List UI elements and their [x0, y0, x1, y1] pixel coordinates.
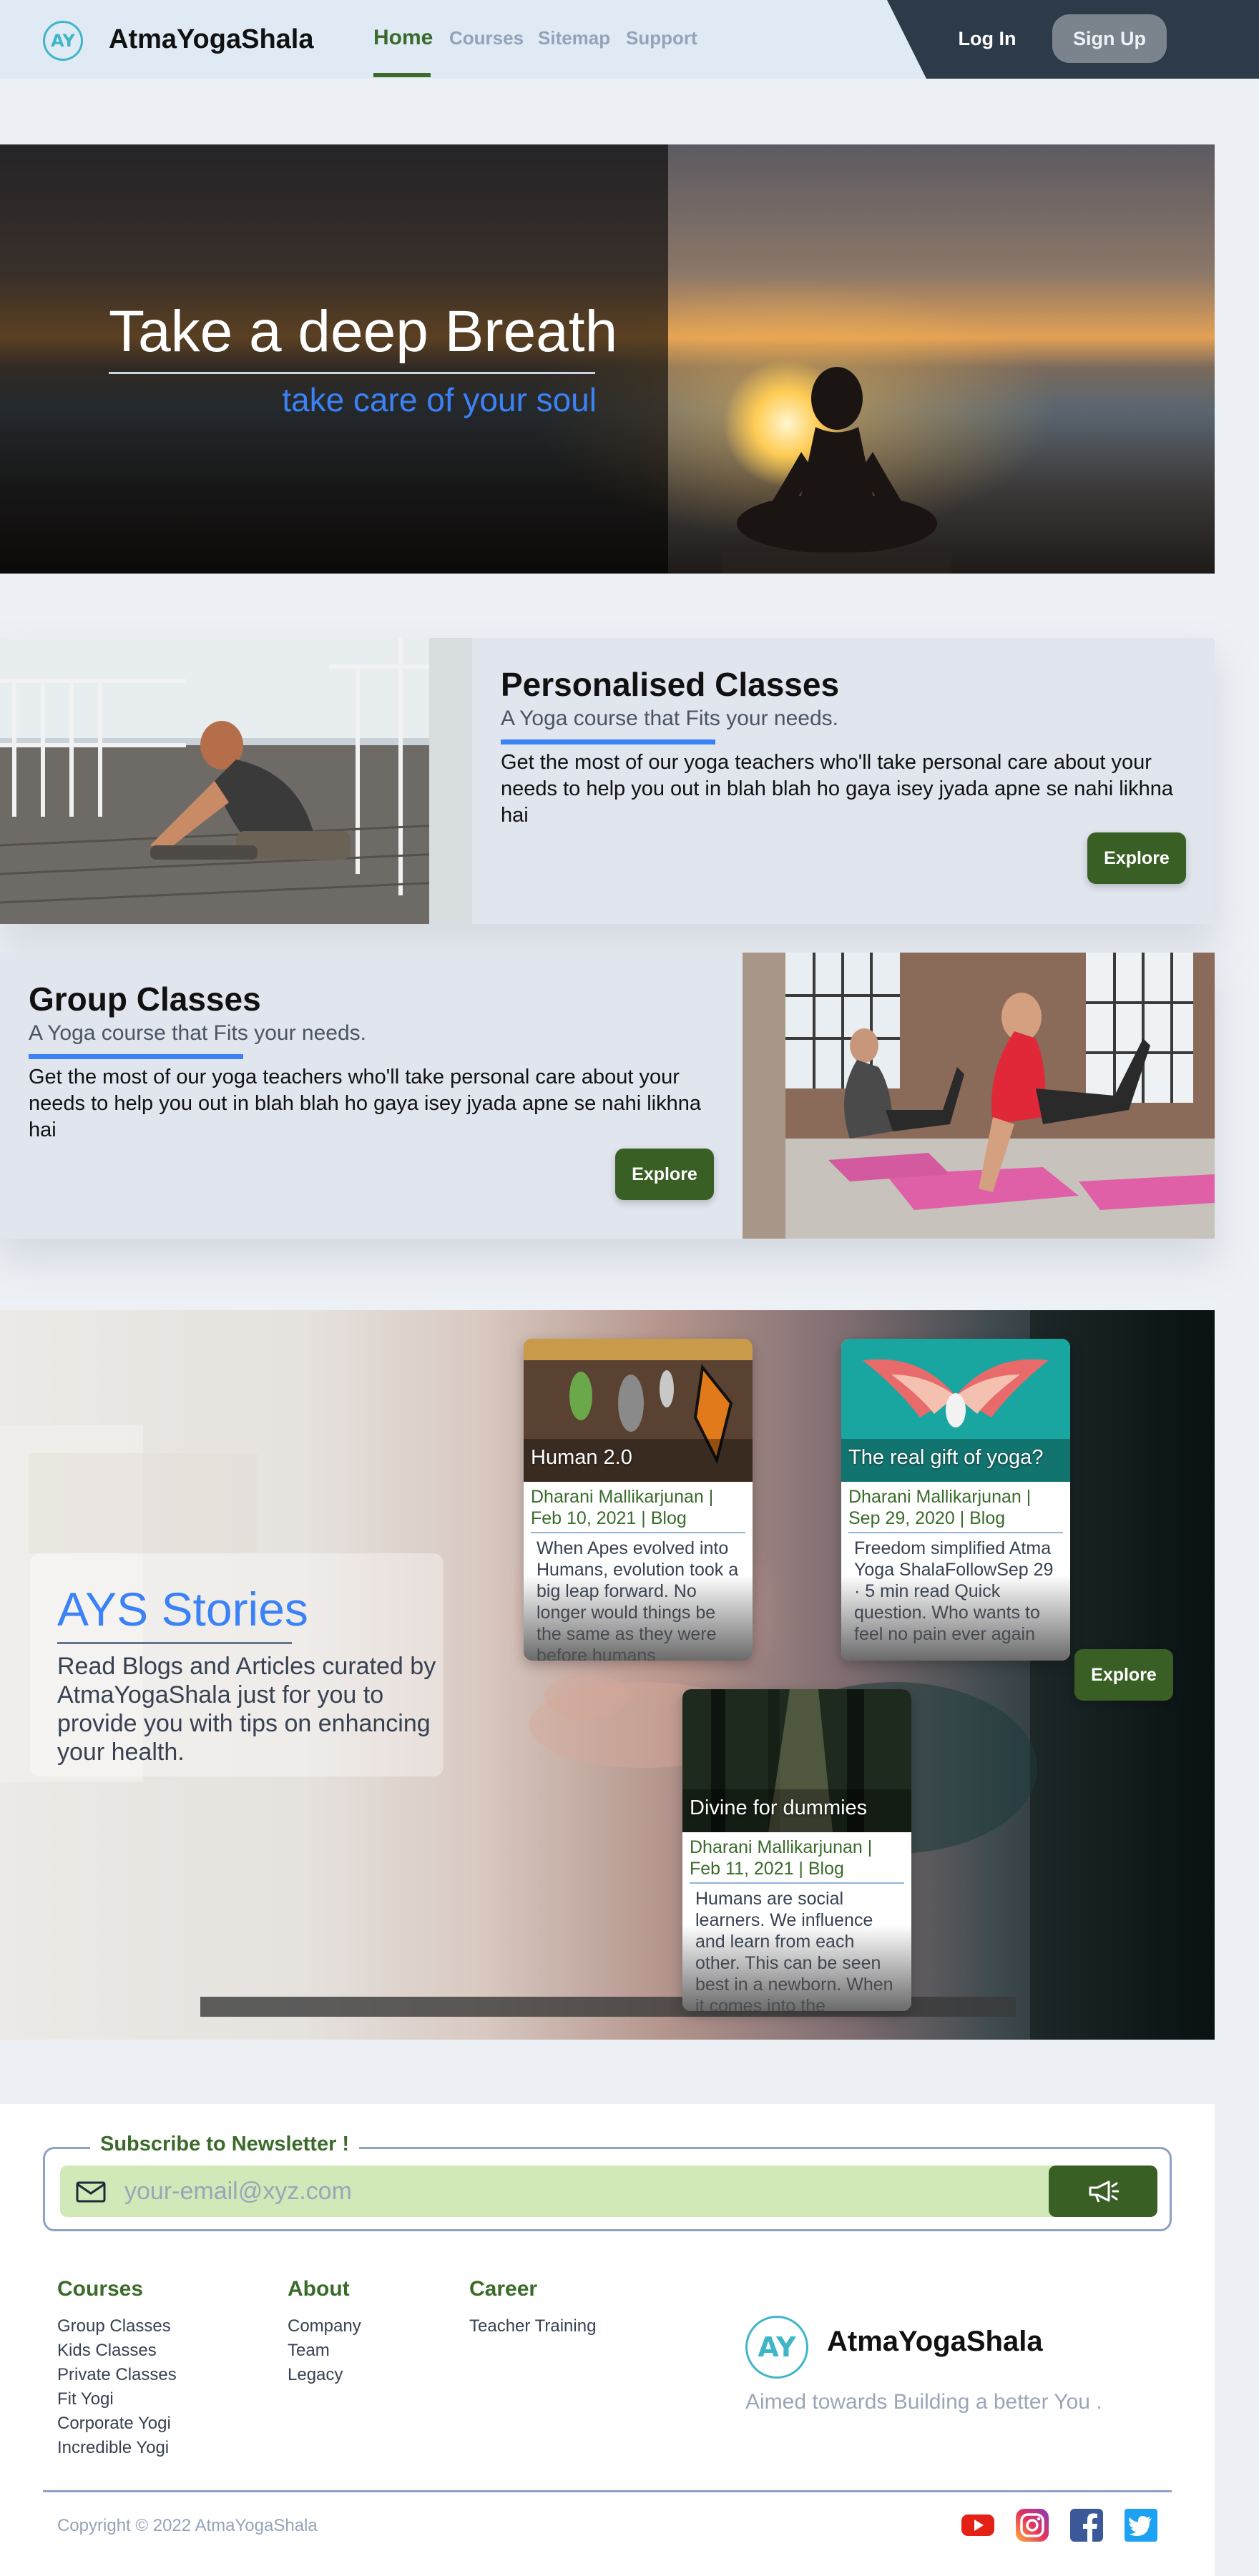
stories-divider — [57, 1642, 292, 1644]
group-class-image — [743, 953, 1215, 1239]
class-title: Group Classes — [29, 980, 261, 1018]
class-title: Personalised Classes — [501, 666, 840, 703]
footer-link[interactable]: Legacy — [288, 2363, 361, 2387]
email-bar — [60, 2165, 1157, 2217]
group-classes-card: Group Classes A Yoga course that Fits yo… — [0, 953, 1215, 1239]
blog-title[interactable]: Human 2.0 — [531, 1446, 632, 1470]
brand-name[interactable]: AtmaYogaShala — [109, 24, 313, 55]
blog-meta-divider — [848, 1532, 1063, 1533]
hero-title: Take a deep Breath — [109, 299, 618, 364]
footer-link[interactable]: Team — [288, 2339, 361, 2363]
stories-explore-button[interactable]: Explore — [1074, 1649, 1173, 1701]
nav-home[interactable]: Home — [373, 26, 433, 50]
stories-description: Read Blogs and Articles curated by AtmaY… — [57, 1653, 436, 1766]
footer: Subscribe to Newsletter ! Courses Group … — [0, 2104, 1215, 2576]
footer-about-heading: About — [288, 2277, 350, 2301]
facebook-icon[interactable] — [1069, 2507, 1104, 2543]
footer-logo-icon: AY — [745, 2316, 808, 2379]
footer-courses-list: Group Classes Kids Classes Private Class… — [57, 2314, 177, 2460]
class-description: Get the most of our yoga teachers who'll… — [29, 1066, 701, 1141]
blog-title[interactable]: The real gift of yoga? — [848, 1446, 1043, 1470]
blog-card-divine[interactable]: Divine for dummies Dharani Mallikarjunan… — [682, 1689, 911, 2011]
personalised-classes-card: Personalised Classes A Yoga course that … — [0, 638, 1215, 924]
nav-support[interactable]: Support — [626, 27, 697, 49]
class-description: Get the most of our yoga teachers who'll… — [501, 751, 1173, 827]
login-button[interactable]: Log In — [930, 14, 1044, 63]
nav-courses[interactable]: Courses — [449, 27, 524, 49]
meditating-person-image — [722, 367, 951, 574]
page-edge — [1215, 79, 1259, 2576]
navbar: AY AtmaYogaShala Home Courses Sitemap Su… — [0, 0, 1259, 79]
blog-card-human-2[interactable]: Human 2.0 Dharani Mallikarjunan | Feb 10… — [524, 1339, 753, 1661]
class-subtitle: A Yoga course that Fits your needs. — [501, 707, 838, 730]
footer-career-list: Teacher Training — [469, 2314, 596, 2339]
nav-active-indicator — [373, 73, 431, 77]
subscribe-button[interactable] — [1049, 2165, 1157, 2217]
footer-link[interactable]: Incredible Yogi — [57, 2436, 177, 2460]
footer-link[interactable]: Teacher Training — [469, 2314, 596, 2339]
twitter-icon[interactable] — [1123, 2507, 1159, 2543]
mail-icon — [76, 2181, 106, 2203]
footer-link[interactable]: Kids Classes — [57, 2339, 177, 2363]
footer-courses-heading: Courses — [57, 2277, 144, 2301]
blog-meta: Dharani Mallikarjunan | Feb 10, 2021 | B… — [531, 1487, 714, 1528]
group-explore-button[interactable]: Explore — [615, 1149, 714, 1200]
stories-title: AYS Stories — [57, 1583, 308, 1636]
blog-card-real-gift[interactable]: The real gift of yoga? Dharani Mallikarj… — [841, 1339, 1070, 1661]
personalised-class-image — [0, 638, 472, 924]
class-underline — [29, 1054, 243, 1059]
hero-banner: Take a deep Breath take care of your sou… — [0, 144, 1215, 574]
blog-meta-divider — [531, 1532, 745, 1533]
hero-divider — [109, 372, 595, 374]
hero-subtitle: take care of your soul — [282, 381, 597, 418]
nav-sitemap[interactable]: Sitemap — [538, 27, 610, 49]
blog-meta: Dharani Mallikarjunan | Feb 11, 2021 | B… — [690, 1837, 873, 1879]
blog-meta: Dharani Mallikarjunan | Sep 29, 2020 | B… — [848, 1487, 1032, 1528]
stories-section: AYS Stories Read Blogs and Articles cura… — [0, 1310, 1215, 2040]
blog-fade-overlay — [524, 1575, 753, 1661]
email-input[interactable] — [124, 2165, 1011, 2217]
footer-career-heading: Career — [469, 2277, 538, 2301]
logo-icon[interactable]: AY — [43, 21, 83, 61]
footer-divider — [43, 2490, 1172, 2492]
instagram-icon[interactable] — [1014, 2507, 1050, 2543]
class-underline — [501, 739, 715, 744]
blog-title[interactable]: Divine for dummies — [690, 1796, 867, 1820]
newsletter-label: Subscribe to Newsletter ! — [90, 2133, 360, 2156]
blog-meta-divider — [690, 1882, 904, 1884]
copyright-text: Copyright © 2022 AtmaYogaShala — [57, 2516, 318, 2535]
footer-link[interactable]: Company — [288, 2314, 361, 2339]
footer-link[interactable]: Corporate Yogi — [57, 2412, 177, 2436]
footer-link[interactable]: Private Classes — [57, 2363, 177, 2387]
footer-link[interactable]: Group Classes — [57, 2314, 177, 2339]
personalised-explore-button[interactable]: Explore — [1087, 832, 1186, 884]
blog-fade-overlay — [682, 1925, 911, 2011]
footer-brand-name: AtmaYogaShala — [827, 2326, 1043, 2357]
class-subtitle: A Yoga course that Fits your needs. — [29, 1021, 366, 1045]
footer-link[interactable]: Fit Yogi — [57, 2387, 177, 2412]
signup-button[interactable]: Sign Up — [1052, 14, 1167, 63]
blog-fade-overlay — [841, 1575, 1070, 1661]
megaphone-icon — [1089, 2181, 1119, 2203]
footer-tagline: Aimed towards Building a better You . — [745, 2390, 1102, 2414]
footer-about-list: Company Team Legacy — [288, 2314, 361, 2387]
youtube-icon[interactable] — [960, 2507, 996, 2543]
